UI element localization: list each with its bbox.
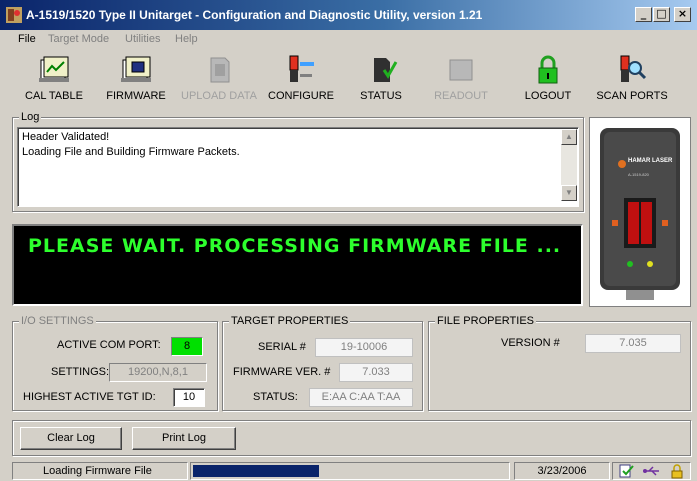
configure-button[interactable]: CONFIGURE — [265, 50, 337, 110]
scroll-down-arrow-icon[interactable]: ▼ — [561, 185, 577, 201]
checklist-icon — [619, 464, 634, 478]
log-line: Loading File and Building Firmware Packe… — [22, 146, 240, 158]
scan-ports-icon — [620, 55, 647, 82]
status-label: STATUS — [360, 90, 402, 102]
device-image: HAMAR LASER A-1519-820 — [600, 128, 680, 300]
log-group: Log Header Validated! Loading File and B… — [12, 111, 584, 212]
settings-field: 19200,N,8,1 — [109, 363, 207, 382]
processing-banner: PLEASE WAIT. PROCESSING FIRMWARE FILE ..… — [12, 224, 583, 306]
status-field: E:AA C:AA T:AA — [309, 388, 413, 407]
status-bar: Loading Firmware File 3/23/2006 — [0, 461, 697, 481]
clear-log-button[interactable]: Clear Log — [20, 427, 122, 450]
status-message: Loading Firmware File — [12, 462, 188, 480]
status-button[interactable]: STATUS — [348, 50, 414, 110]
readout-label: READOUT — [434, 90, 488, 102]
version-label: VERSION # — [501, 337, 560, 349]
configure-icon — [289, 55, 314, 82]
usb-icon — [643, 466, 659, 476]
lock-status-icon — [671, 464, 683, 479]
io-settings-group: I/O SETTINGS ACTIVE COM PORT: 8 SETTINGS… — [12, 315, 218, 411]
minimize-button[interactable]: _ — [635, 7, 652, 22]
firmware-label: FIRMWARE — [106, 90, 166, 102]
logout-label: LOGOUT — [524, 90, 572, 102]
cal-table-icon — [39, 56, 69, 82]
firmware-ver-label: FIRMWARE VER. # — [233, 366, 331, 378]
status-icons — [612, 462, 691, 480]
maximize-button[interactable]: □ — [653, 7, 670, 22]
menu-file[interactable]: File — [18, 33, 36, 45]
status-label: STATUS: — [253, 391, 298, 403]
progress-bar — [190, 462, 510, 480]
progress-fill — [193, 465, 319, 477]
print-log-button[interactable]: Print Log — [132, 427, 236, 450]
target-properties-group: TARGET PROPERTIES SERIAL # 19-10006 FIRM… — [222, 315, 423, 411]
upload-data-icon — [210, 57, 230, 83]
serial-field: 19-10006 — [315, 338, 413, 357]
target-properties-legend: TARGET PROPERTIES — [229, 315, 351, 327]
log-line: Header Validated! — [22, 131, 110, 143]
active-com-port-field: 8 — [171, 337, 203, 356]
firmware-button[interactable]: FIRMWARE — [100, 50, 172, 110]
readout-icon — [449, 59, 473, 81]
scan-ports-button[interactable]: SCAN PORTS — [594, 50, 670, 110]
file-properties-legend: FILE PROPERTIES — [435, 315, 536, 327]
device-brand: HAMAR LASER — [628, 158, 673, 164]
app-icon — [6, 7, 22, 23]
title-bar: A-1519/1520 Type II Unitarget - Configur… — [0, 0, 697, 30]
active-com-port-label: ACTIVE COM PORT: — [57, 339, 161, 351]
io-settings-legend: I/O SETTINGS — [19, 315, 96, 327]
log-legend: Log — [19, 111, 42, 123]
upload-data-label: UPLOAD DATA — [181, 90, 257, 102]
menu-bar: File Target Mode Utilities Help — [0, 30, 697, 48]
menu-target-mode[interactable]: Target Mode — [48, 33, 109, 45]
lock-icon — [538, 55, 558, 84]
log-textarea[interactable]: Header Validated! Loading File and Build… — [17, 127, 579, 207]
highest-tgt-label: HIGHEST ACTIVE TGT ID: — [23, 391, 156, 403]
serial-label: SERIAL # — [258, 341, 306, 353]
file-properties-group: FILE PROPERTIES VERSION # 7.035 — [428, 315, 691, 411]
scroll-up-arrow-icon[interactable]: ▲ — [561, 129, 577, 145]
cal-table-button[interactable]: CAL TABLE — [18, 50, 90, 110]
upload-data-button[interactable]: UPLOAD DATA — [178, 50, 260, 110]
version-field: 7.035 — [585, 334, 681, 353]
readout-button[interactable]: READOUT — [428, 50, 494, 110]
status-icon — [374, 58, 398, 82]
menu-help[interactable]: Help — [175, 33, 198, 45]
firmware-ver-field: 7.033 — [339, 363, 413, 382]
configure-label: CONFIGURE — [268, 90, 334, 102]
close-button[interactable]: × — [674, 7, 691, 22]
settings-label: SETTINGS: — [51, 366, 110, 378]
menu-utilities[interactable]: Utilities — [125, 33, 160, 45]
highest-tgt-input[interactable]: 10 — [173, 388, 205, 407]
window-title: A-1519/1520 Type II Unitarget - Configur… — [26, 8, 483, 22]
firmware-icon — [121, 56, 151, 82]
logout-button[interactable]: LOGOUT — [515, 50, 581, 110]
scan-ports-label: SCAN PORTS — [596, 90, 668, 102]
banner-message: PLEASE WAIT. PROCESSING FIRMWARE FILE ..… — [28, 235, 562, 257]
status-date: 3/23/2006 — [514, 462, 610, 480]
cal-table-label: CAL TABLE — [25, 90, 83, 102]
device-model: A-1519-820 — [628, 172, 650, 177]
log-scrollbar[interactable]: ▲ ▼ — [561, 129, 577, 201]
device-image-panel: HAMAR LASER A-1519-820 — [589, 117, 691, 307]
